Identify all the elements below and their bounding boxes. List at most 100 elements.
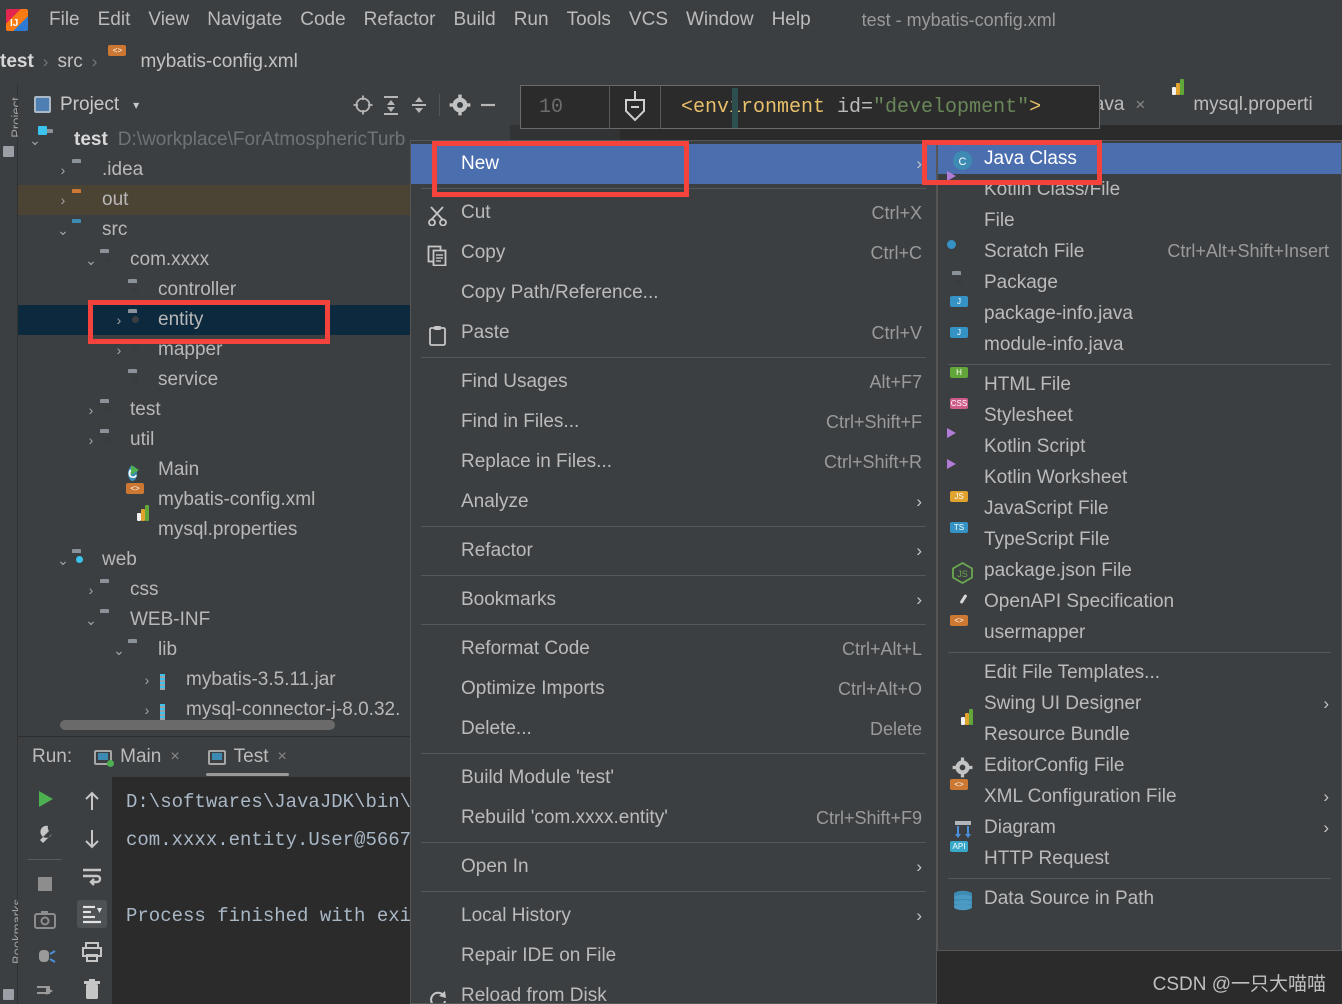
tree-node-css[interactable]: › css xyxy=(18,575,410,605)
menubar-item-help[interactable]: Help xyxy=(763,7,820,33)
chevron-down-icon[interactable]: ⌄ xyxy=(82,252,100,269)
print-icon[interactable] xyxy=(77,938,107,966)
menu-item-cut[interactable]: Cut Ctrl+X xyxy=(411,193,936,233)
resume-icon[interactable] xyxy=(30,980,60,1004)
wrench-icon[interactable] xyxy=(30,823,60,847)
hide-panel-icon[interactable] xyxy=(474,91,502,119)
chevron-down-icon[interactable]: ⌄ xyxy=(54,222,72,239)
menu-item-rebuild--com-xxxx-entity[interactable]: Rebuild 'com.xxxx.entity' Ctrl+Shift+F9 xyxy=(411,798,936,838)
trash-icon[interactable] xyxy=(77,976,107,1004)
new-submenu[interactable]: C Java Class Kotlin Class/File File Scratch … xyxy=(937,140,1342,951)
tree-node-mapper[interactable]: › mapper xyxy=(18,335,410,365)
menu-item-reload-from-disk[interactable]: Reload from Disk xyxy=(411,976,936,1003)
tree-node-util[interactable]: › util xyxy=(18,425,410,455)
bookmark-icon[interactable] xyxy=(610,90,660,124)
submenu-item-kotlin-script[interactable]: Kotlin Script xyxy=(938,431,1341,462)
camera-icon[interactable] xyxy=(30,908,60,932)
submenu-item-kotlin-worksheet[interactable]: Kotlin Worksheet xyxy=(938,462,1341,493)
menu-item-paste[interactable]: Paste Ctrl+V xyxy=(411,313,936,353)
chevron-down-icon[interactable]: ▾ xyxy=(133,98,139,112)
menu-item-copy[interactable]: Copy Ctrl+C xyxy=(411,233,936,273)
tree-node-out[interactable]: › out xyxy=(18,185,410,215)
menu-item-repair-ide-on-file[interactable]: Repair IDE on File xyxy=(411,936,936,976)
tree-node-src[interactable]: ⌄ src xyxy=(18,215,410,245)
stop-icon[interactable] xyxy=(30,872,60,896)
menubar-item-window[interactable]: Window xyxy=(677,7,763,33)
goto-line-popup[interactable]: 10 <environment id="development"> xyxy=(520,85,1100,129)
close-icon[interactable]: × xyxy=(170,748,179,766)
breadcrumb-segment-src[interactable]: src xyxy=(57,51,82,73)
tree-node-mybatis-3.5.11.jar[interactable]: › mybatis-3.5.11.jar xyxy=(18,665,410,695)
locate-icon[interactable] xyxy=(349,91,377,119)
menubar-item-file[interactable]: File xyxy=(40,7,89,33)
project-tree[interactable]: ⌄ test D:\workplace\ForAtmosphericTurb › .id… xyxy=(18,125,410,730)
tree-node-mybatis-config.xml[interactable]: <> mybatis-config.xml xyxy=(18,482,410,515)
chevron-down-icon[interactable]: ⌄ xyxy=(54,552,72,569)
submenu-item-file[interactable]: File xyxy=(938,205,1341,236)
submenu-item-package-json-file[interactable]: JS package.json File xyxy=(938,555,1341,586)
submenu-item-javascript-file[interactable]: JS JavaScript File xyxy=(938,491,1341,524)
menu-item-analyze[interactable]: Analyze › xyxy=(411,482,936,522)
chevron-right-icon[interactable]: › xyxy=(82,582,100,598)
menubar-item-refactor[interactable]: Refactor xyxy=(355,7,445,33)
tree-node-service[interactable]: service xyxy=(18,365,410,395)
tree-node-lib[interactable]: ⌄ lib xyxy=(18,635,410,665)
collapse-all-icon[interactable] xyxy=(405,91,433,119)
menu-item-replace-in-files[interactable]: Replace in Files... Ctrl+Shift+R xyxy=(411,442,936,482)
breadcrumb-segment-project[interactable]: test xyxy=(0,51,34,73)
tree-node-.idea[interactable]: › .idea xyxy=(18,155,410,185)
chevron-down-icon[interactable]: ⌄ xyxy=(110,642,128,659)
menu-item-delete[interactable]: Delete... Delete xyxy=(411,709,936,749)
tree-node-web[interactable]: ⌄ web xyxy=(18,545,410,575)
down-arrow-icon[interactable] xyxy=(77,825,107,853)
submenu-item-html-file[interactable]: H HTML File xyxy=(938,367,1341,400)
menubar-item-code[interactable]: Code xyxy=(291,7,354,33)
chevron-right-icon[interactable]: › xyxy=(138,672,156,688)
submenu-item-swing-ui-designer[interactable]: Swing UI Designer › xyxy=(938,688,1341,719)
expand-all-icon[interactable] xyxy=(377,91,405,119)
submenu-item-http-request[interactable]: API HTTP Request xyxy=(938,841,1341,874)
up-arrow-icon[interactable] xyxy=(77,787,107,815)
tree-node-test[interactable]: › test xyxy=(18,395,410,425)
tree-node-entity[interactable]: › entity xyxy=(18,305,410,335)
menubar-item-run[interactable]: Run xyxy=(505,7,558,33)
submenu-item-kotlin-class-file[interactable]: Kotlin Class/File xyxy=(938,174,1341,205)
soft-wrap-icon[interactable] xyxy=(77,863,107,891)
menubar-item-navigate[interactable]: Navigate xyxy=(198,7,291,33)
breadcrumb-segment-file[interactable]: mybatis-config.xml xyxy=(140,51,297,73)
close-icon[interactable]: × xyxy=(1135,95,1145,115)
horizontal-scrollbar[interactable] xyxy=(60,720,335,730)
menu-item-find-usages[interactable]: Find Usages Alt+F7 xyxy=(411,362,936,402)
run-tab-main[interactable]: Main × xyxy=(88,737,186,777)
submenu-item-resource-bundle[interactable]: Resource Bundle xyxy=(938,709,1341,750)
chevron-right-icon[interactable]: › xyxy=(110,342,128,358)
menubar-item-tools[interactable]: Tools xyxy=(558,7,620,33)
close-icon[interactable]: × xyxy=(278,748,287,766)
submenu-item-scratch-file[interactable]: Scratch File Ctrl+Alt+Shift+Insert xyxy=(938,236,1341,267)
menubar-item-build[interactable]: Build xyxy=(444,7,504,33)
menu-item-find-in-files[interactable]: Find in Files... Ctrl+Shift+F xyxy=(411,402,936,442)
run-tab-test[interactable]: Test × xyxy=(202,737,293,777)
menu-item-local-history[interactable]: Local History › xyxy=(411,896,936,936)
submenu-item-xml-configuration-file[interactable]: <> XML Configuration File › xyxy=(938,779,1341,812)
chevron-right-icon[interactable]: › xyxy=(54,192,72,208)
submenu-item-stylesheet[interactable]: CSS Stylesheet xyxy=(938,398,1341,431)
debug-icon[interactable] xyxy=(30,944,60,968)
run-icon[interactable] xyxy=(30,787,60,811)
submenu-item-usermapper[interactable]: <> usermapper xyxy=(938,615,1341,648)
tree-node-web-inf[interactable]: ⌄ WEB-INF xyxy=(18,605,410,635)
submenu-item-java-class[interactable]: C Java Class xyxy=(938,143,1341,174)
tree-node-main[interactable]: C Main xyxy=(18,455,410,485)
scroll-to-end-icon[interactable] xyxy=(77,900,107,929)
context-menu[interactable]: New › Cut Ctrl+X Copy Ctrl+C Copy Path/Referen… xyxy=(410,140,937,1004)
chevron-right-icon[interactable]: › xyxy=(82,432,100,448)
submenu-item-data-source-in-path[interactable]: Data Source in Path xyxy=(938,883,1341,914)
menu-item-reformat-code[interactable]: Reformat Code Ctrl+Alt+L xyxy=(411,629,936,669)
chevron-right-icon[interactable]: › xyxy=(54,162,72,178)
menu-item-open-in[interactable]: Open In › xyxy=(411,847,936,887)
submenu-item-module-info-java[interactable]: Jmodule-info.java xyxy=(938,327,1341,360)
line-number-value[interactable]: 10 xyxy=(521,96,609,119)
chevron-down-icon[interactable]: ⌄ xyxy=(82,612,100,629)
submenu-item-edit-file-templates[interactable]: Edit File Templates... xyxy=(938,657,1341,688)
menu-item-copy-path-reference[interactable]: Copy Path/Reference... xyxy=(411,273,936,313)
